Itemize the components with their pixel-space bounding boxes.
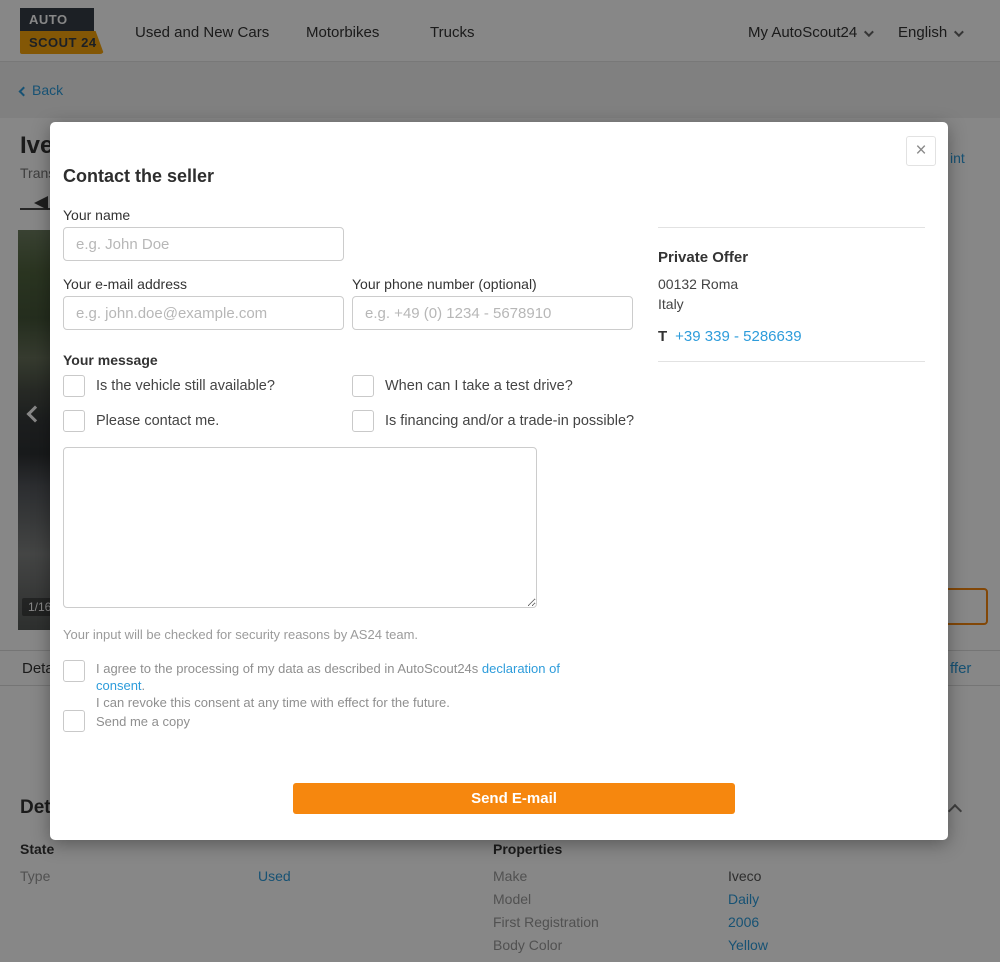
email-label: Your e-mail address — [63, 276, 187, 292]
consent-line2: I can revoke this consent at any time wi… — [96, 694, 566, 711]
divider — [658, 361, 925, 362]
consent-before: I agree to the processing of my data as … — [96, 661, 482, 676]
question-row: Is the vehicle still available? — [63, 375, 275, 397]
checkbox-label: Is financing and/or a trade-in possible? — [385, 413, 634, 429]
email-input[interactable] — [63, 296, 344, 330]
consent-text: I agree to the processing of my data as … — [96, 660, 566, 711]
contact-seller-modal: × Contact the seller Your name Your e-ma… — [50, 122, 948, 840]
question-row: When can I take a test drive? — [352, 375, 573, 397]
checkbox-vehicle-available[interactable] — [63, 375, 85, 397]
consent-after: . — [142, 678, 146, 693]
seller-phone-link[interactable]: +39 339 - 5286639 — [675, 328, 801, 345]
security-note: Your input will be checked for security … — [63, 627, 418, 642]
checkbox-label: When can I take a test drive? — [385, 378, 573, 394]
seller-phone-row: T +39 339 - 5286639 — [658, 328, 802, 345]
page: AUTO SCOUT 24 Used and New Cars Motorbik… — [0, 0, 1000, 962]
checkbox-label: Is the vehicle still available? — [96, 378, 275, 394]
send-copy-label: Send me a copy — [96, 713, 190, 730]
question-row: Is financing and/or a trade-in possible? — [352, 410, 634, 432]
checkbox-contact-me[interactable] — [63, 410, 85, 432]
phone-prefix: T — [658, 328, 667, 345]
divider — [658, 227, 925, 228]
checkbox-consent[interactable] — [63, 660, 85, 682]
checkbox-send-copy[interactable] — [63, 710, 85, 732]
seller-type: Private Offer — [658, 249, 748, 266]
message-textarea[interactable] — [63, 447, 537, 608]
name-input[interactable] — [63, 227, 344, 261]
message-label: Your message — [63, 352, 158, 368]
name-label: Your name — [63, 207, 130, 223]
checkbox-label: Please contact me. — [96, 413, 219, 429]
seller-zip-city: 00132 Roma — [658, 276, 738, 292]
checkbox-test-drive[interactable] — [352, 375, 374, 397]
consent-row: I agree to the processing of my data as … — [63, 660, 566, 711]
question-row: Please contact me. — [63, 410, 219, 432]
modal-title: Contact the seller — [63, 166, 214, 187]
checkbox-financing[interactable] — [352, 410, 374, 432]
seller-country: Italy — [658, 296, 684, 312]
phone-input[interactable] — [352, 296, 633, 330]
send-copy-row: Send me a copy — [63, 710, 190, 732]
close-icon[interactable]: × — [906, 136, 936, 166]
phone-label: Your phone number (optional) — [352, 276, 537, 292]
send-email-button[interactable]: Send E-mail — [293, 783, 735, 814]
